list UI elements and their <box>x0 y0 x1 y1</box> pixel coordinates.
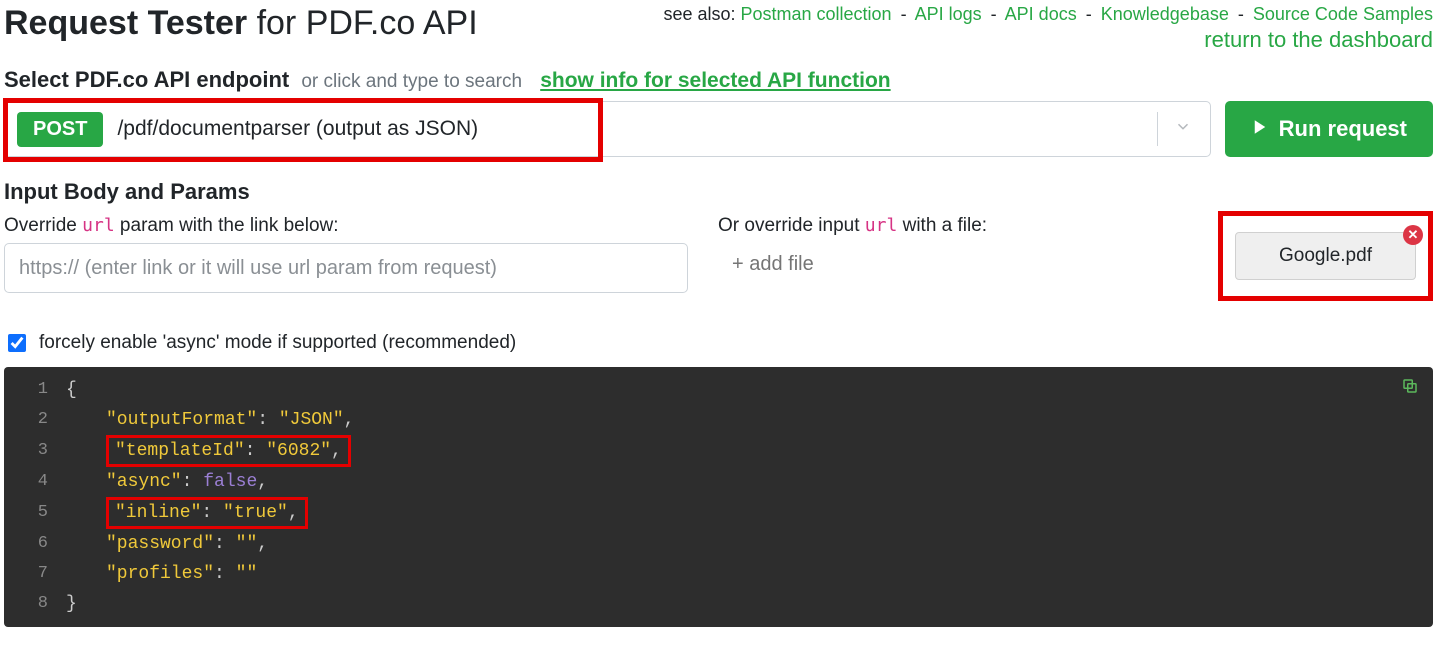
override-url-input[interactable] <box>4 243 688 293</box>
code-line: 2"outputFormat": "JSON", <box>4 405 1433 435</box>
link-knowledgebase[interactable]: Knowledgebase <box>1101 4 1229 24</box>
code-line: 6"password": "", <box>4 529 1433 559</box>
params-section-label: Input Body and Params <box>4 179 1433 205</box>
endpoint-hint: or click and type to search <box>301 71 522 92</box>
line-number: 5 <box>4 498 66 528</box>
remove-file-icon[interactable]: ✕ <box>1403 225 1423 245</box>
line-number: 4 <box>4 467 66 497</box>
code-highlight: "templateId": "6082", <box>106 435 351 467</box>
page-title: Request Tester for PDF.co API <box>4 4 478 43</box>
line-number: 6 <box>4 529 66 559</box>
override-file-label: Or override input url with a file: <box>718 215 1188 237</box>
link-samples[interactable]: Source Code Samples <box>1253 4 1433 24</box>
code-line: 7"profiles": "" <box>4 559 1433 589</box>
see-also-prefix: see also: <box>663 4 740 24</box>
see-also-links: see also: Postman collection - API logs … <box>663 0 1433 53</box>
line-number: 7 <box>4 559 66 589</box>
code-line: 4"async": false, <box>4 467 1433 497</box>
json-editor[interactable]: 1{2"outputFormat": "JSON",3 "templateId":… <box>4 367 1433 627</box>
async-checkbox[interactable] <box>8 334 26 352</box>
line-number: 1 <box>4 375 66 405</box>
code-line: 3 "templateId": "6082", <box>4 435 1433 467</box>
link-dashboard[interactable]: return to the dashboard <box>663 27 1433 53</box>
link-postman[interactable]: Postman collection <box>740 4 891 24</box>
http-method-badge: POST <box>17 112 103 147</box>
endpoint-select[interactable]: POST /pdf/documentparser (output as JSON… <box>4 101 1211 157</box>
endpoint-path: /pdf/documentparser (output as JSON) <box>117 117 478 141</box>
link-apidocs[interactable]: API docs <box>1005 4 1077 24</box>
link-apilogs[interactable]: API logs <box>915 4 982 24</box>
code-line: 8} <box>4 589 1433 619</box>
show-info-link[interactable]: show info for selected API function <box>540 69 890 92</box>
override-url-label: Override url param with the link below: <box>4 215 688 237</box>
chevron-down-icon[interactable] <box>1174 118 1192 141</box>
copy-icon[interactable] <box>1401 377 1419 401</box>
endpoint-section-label: Select PDF.co API endpoint or click and … <box>4 67 1433 93</box>
run-request-button[interactable]: Run request <box>1225 101 1433 157</box>
code-highlight: "inline": "true", <box>106 497 308 529</box>
add-file-input[interactable] <box>718 243 1188 286</box>
code-line: 5 "inline": "true", <box>4 497 1433 529</box>
line-number: 3 <box>4 436 66 466</box>
file-chip-highlight: Google.pdf ✕ <box>1218 211 1433 301</box>
dropdown-separator <box>1157 112 1158 146</box>
code-line: 1{ <box>4 375 1433 405</box>
play-icon <box>1251 116 1269 142</box>
async-checkbox-row[interactable]: forcely enable 'async' mode if supported… <box>4 331 1433 355</box>
line-number: 2 <box>4 405 66 435</box>
line-number: 8 <box>4 589 66 619</box>
attached-file-chip[interactable]: Google.pdf ✕ <box>1235 232 1416 280</box>
async-checkbox-label: forcely enable 'async' mode if supported… <box>39 332 516 354</box>
